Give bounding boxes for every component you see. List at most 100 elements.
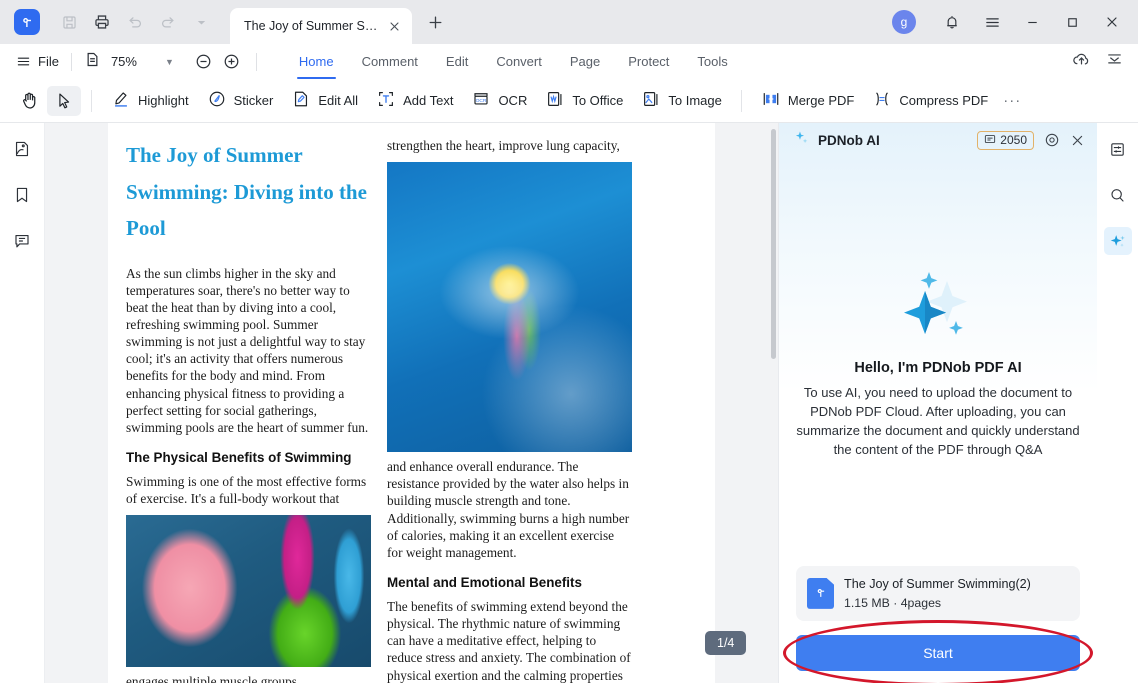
close-tab-icon[interactable] <box>384 16 404 36</box>
to-office-button[interactable]: To Office <box>536 86 632 116</box>
merge-pdf-button[interactable]: Merge PDF <box>752 86 863 116</box>
to-office-icon <box>545 89 565 112</box>
compress-pdf-button[interactable]: Compress PDF <box>863 86 997 116</box>
menubar-right-controls <box>1072 50 1138 74</box>
ai-panel-header: PDNob AI 2050 <box>779 123 1097 157</box>
zoom-dropdown-icon[interactable]: ▼ <box>165 57 174 67</box>
tab-edit[interactable]: Edit <box>432 44 482 79</box>
left-sidebar <box>0 123 45 683</box>
thumbnails-icon[interactable] <box>8 135 36 163</box>
toolbar-overflow-button[interactable]: ··· <box>997 92 1027 109</box>
edit-all-button[interactable]: Edit All <box>282 86 367 116</box>
notifications-icon[interactable] <box>934 7 970 37</box>
menu-bar: File 75% ▼ Home Comment Edit Convert Pag… <box>0 44 1138 79</box>
collapse-ribbon-icon[interactable] <box>1105 50 1124 74</box>
section-heading-physical: The Physical Benefits of Swimming <box>126 450 371 465</box>
tab-page[interactable]: Page <box>556 44 614 79</box>
mental-paragraph: The benefits of swimming extend beyond t… <box>387 598 632 683</box>
close-button[interactable] <box>1094 7 1130 37</box>
uploaded-file-card[interactable]: The Joy of Summer Swimming(2) 1.15 MB · … <box>796 566 1080 621</box>
document-viewer[interactable]: The Joy of Summer Swimming: Diving into … <box>45 123 778 683</box>
pdf-editor-window: The Joy of Summer Swi... g <box>0 0 1138 683</box>
tool-ribbon: Highlight Sticker Edit All Add Text OCR … <box>0 79 1138 123</box>
right-sidebar <box>1097 123 1138 683</box>
ai-sparkle-icon[interactable] <box>1104 227 1132 255</box>
start-button[interactable]: Start <box>796 635 1080 671</box>
start-button-wrapper: Start <box>796 635 1080 671</box>
compress-pdf-icon <box>872 89 892 112</box>
tab-home[interactable]: Home <box>285 44 348 79</box>
ai-greeting: Hello, I'm PDNob PDF AI <box>854 360 1021 376</box>
document-scrollbar[interactable] <box>771 129 776 359</box>
edit-all-icon <box>291 89 311 112</box>
title-bar: The Joy of Summer Swi... g <box>0 0 1138 44</box>
to-image-icon <box>641 89 661 112</box>
zoom-level[interactable]: 75% <box>111 54 141 69</box>
highlight-button[interactable]: Highlight <box>102 86 198 116</box>
save-icon[interactable] <box>54 7 84 37</box>
credits-icon <box>984 133 996 148</box>
tab-comment-label: Comment <box>362 54 418 69</box>
physical-paragraph-part2: engages multiple muscle groups simultane… <box>126 673 371 683</box>
search-icon[interactable] <box>1104 181 1132 209</box>
maximize-button[interactable] <box>1054 7 1090 37</box>
page-column-left: The Joy of Summer Swimming: Diving into … <box>126 137 371 683</box>
zoom-out-button[interactable] <box>192 50 216 74</box>
sticker-icon <box>207 89 227 112</box>
credits-badge[interactable]: 2050 <box>977 131 1034 150</box>
woman-on-pool-float-photo <box>387 162 632 452</box>
user-avatar[interactable]: g <box>892 10 916 34</box>
page-indicator: 1/4 <box>705 631 746 655</box>
hand-tool-button[interactable] <box>12 86 47 116</box>
pdf-page: The Joy of Summer Swimming: Diving into … <box>108 123 715 683</box>
properties-icon[interactable] <box>1104 135 1132 163</box>
zoom-in-button[interactable] <box>220 50 244 74</box>
ribbon-tabs: Home Comment Edit Convert Page Protect T… <box>285 44 742 79</box>
add-text-button[interactable]: Add Text <box>367 86 462 116</box>
merge-pdf-label: Merge PDF <box>788 93 854 108</box>
bookmark-icon[interactable] <box>8 181 36 209</box>
close-icon[interactable] <box>1070 133 1085 148</box>
to-office-label: To Office <box>572 93 623 108</box>
divider <box>256 53 257 71</box>
tab-comment[interactable]: Comment <box>348 44 432 79</box>
minimize-button[interactable] <box>1014 7 1050 37</box>
document-tab[interactable]: The Joy of Summer Swi... <box>230 8 412 44</box>
ai-panel-body: Hello, I'm PDNob PDF AI To use AI, you n… <box>779 157 1097 566</box>
divider <box>91 90 92 112</box>
highlight-label: Highlight <box>138 93 189 108</box>
sticker-label: Sticker <box>234 93 274 108</box>
ai-panel-title: PDNob AI <box>818 133 880 148</box>
merge-pdf-icon <box>761 89 781 112</box>
svg-text:OCR: OCR <box>476 98 487 104</box>
print-icon[interactable] <box>87 7 117 37</box>
tab-tools-label: Tools <box>697 54 727 69</box>
ai-description: To use AI, you need to upload the docume… <box>796 384 1080 460</box>
cardio-fragment: strengthen the heart, improve lung capac… <box>387 137 632 154</box>
tab-convert-label: Convert <box>496 54 542 69</box>
cloud-upload-icon[interactable] <box>1072 50 1091 74</box>
ai-panel-footer: The Joy of Summer Swimming(2) 1.15 MB · … <box>779 566 1097 683</box>
select-tool-button[interactable] <box>47 86 81 116</box>
page-fit-icon[interactable] <box>84 51 101 73</box>
comment-icon[interactable] <box>8 227 36 255</box>
file-menu-button[interactable]: File <box>16 54 59 69</box>
add-text-icon <box>376 89 396 112</box>
ocr-label: OCR <box>498 93 527 108</box>
chevron-down-icon[interactable] <box>186 7 216 37</box>
menu-icon[interactable] <box>974 7 1010 37</box>
tab-tools[interactable]: Tools <box>683 44 741 79</box>
redo-icon[interactable] <box>153 7 183 37</box>
tab-protect-label: Protect <box>628 54 669 69</box>
undo-icon[interactable] <box>120 7 150 37</box>
pdf-file-icon <box>807 578 834 609</box>
ocr-button[interactable]: OCR OCR <box>462 86 536 116</box>
to-image-button[interactable]: To Image <box>632 86 730 116</box>
highlight-icon <box>111 89 131 112</box>
tab-protect[interactable]: Protect <box>614 44 683 79</box>
history-icon[interactable] <box>1044 132 1060 148</box>
sticker-button[interactable]: Sticker <box>198 86 283 116</box>
tab-convert[interactable]: Convert <box>482 44 556 79</box>
new-tab-button[interactable] <box>420 7 450 37</box>
page-title: The Joy of Summer Swimming: Diving into … <box>126 137 371 247</box>
